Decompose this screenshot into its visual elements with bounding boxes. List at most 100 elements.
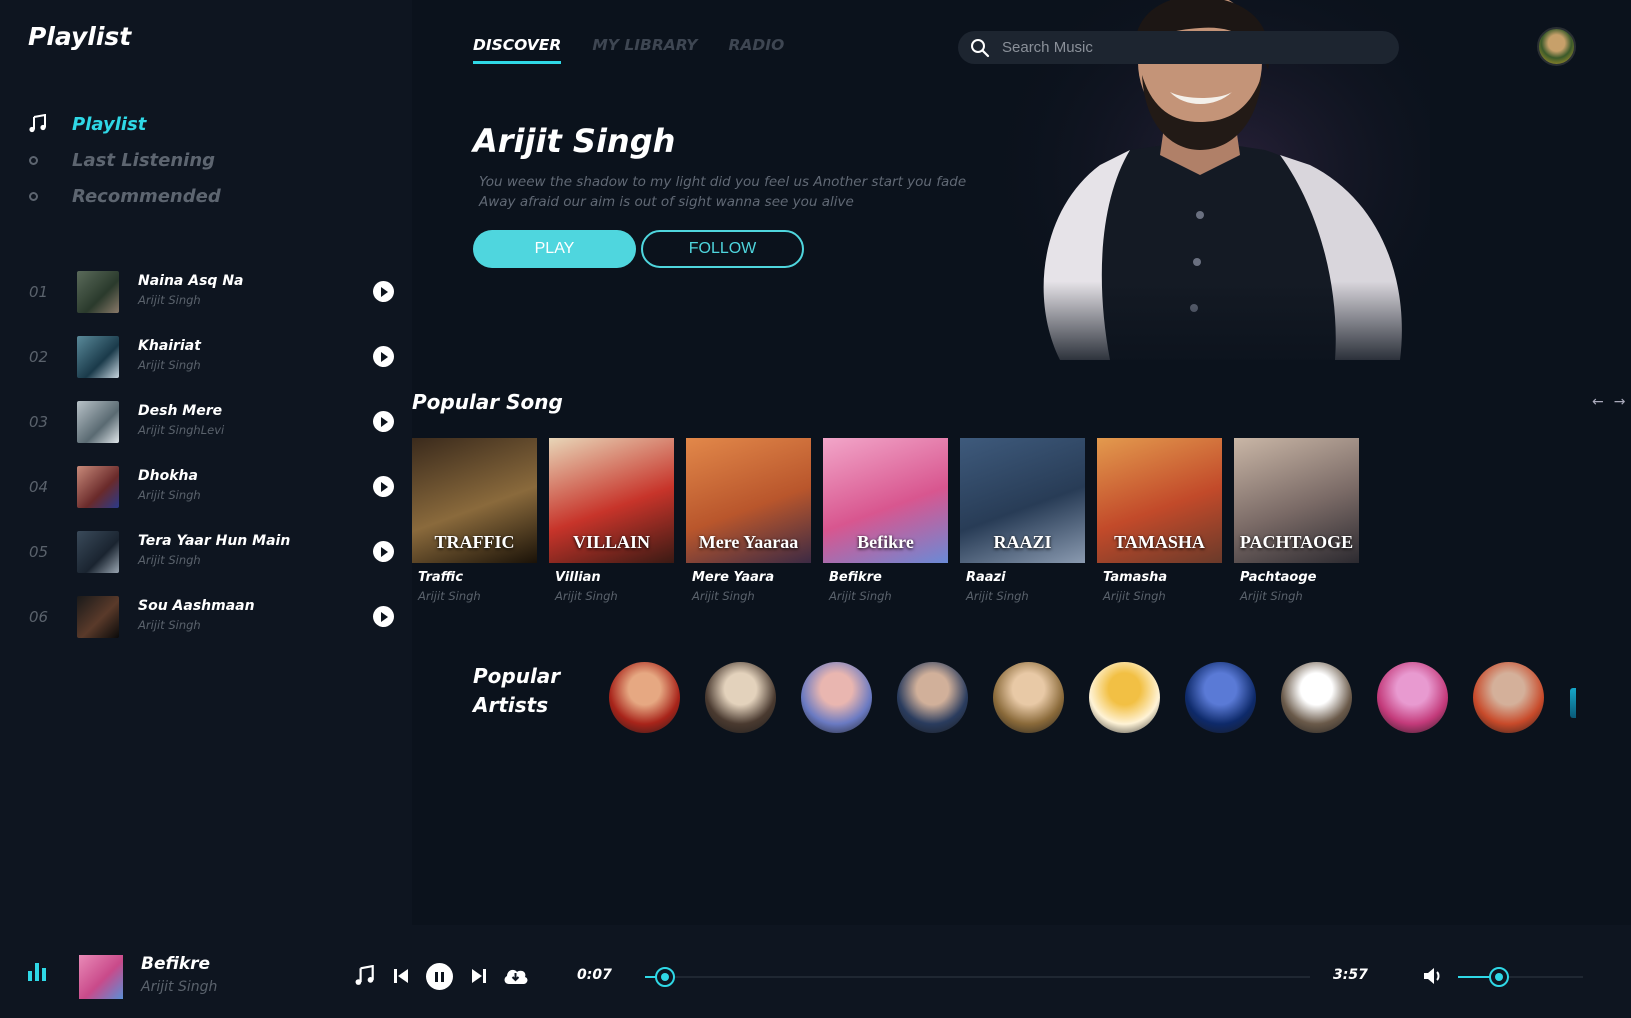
- arrow-right-icon[interactable]: →: [1614, 394, 1626, 410]
- featured-artist-description: You weew the shadow to my light did you …: [479, 174, 967, 210]
- nav-item-last-listening[interactable]: Last Listening: [28, 142, 221, 178]
- song-artist: Arijit Singh: [1103, 589, 1166, 603]
- nav-label: Playlist: [72, 113, 147, 135]
- song-title: Befikre: [829, 570, 882, 585]
- carousel-arrows: ← →: [1592, 394, 1625, 410]
- track-row[interactable]: 03 Desh Mere Arijit SinghLevi: [0, 389, 412, 454]
- track-title: Sou Aashmaan: [138, 598, 255, 614]
- track-artist: Arijit Singh: [138, 358, 201, 372]
- volume-icon[interactable]: [1422, 966, 1444, 990]
- download-icon[interactable]: [502, 966, 529, 990]
- song-card[interactable]: TRAFFIC Traffic Arijit Singh: [412, 438, 537, 603]
- music-note-icon: [28, 114, 72, 134]
- tab-my-library[interactable]: MY LIBRARY: [592, 36, 697, 64]
- user-avatar[interactable]: [1537, 27, 1576, 66]
- play-button[interactable]: PLAY: [473, 230, 636, 268]
- popular-artists-heading-line1: Popular: [473, 664, 561, 688]
- tab-discover[interactable]: DISCOVER: [473, 36, 562, 64]
- song-artist: Arijit Singh: [418, 589, 481, 603]
- track-title: Tera Yaar Hun Main: [138, 533, 291, 549]
- song-cover-title: PACHTAOGE: [1239, 532, 1354, 552]
- artist-avatar[interactable]: [705, 662, 776, 733]
- song-cover: RAAZI: [960, 438, 1085, 563]
- artist-avatar[interactable]: [993, 662, 1064, 733]
- arrow-left-icon[interactable]: ←: [1592, 394, 1604, 410]
- volume-slider[interactable]: [1458, 967, 1583, 987]
- play-icon[interactable]: [373, 606, 394, 627]
- song-card[interactable]: Mere Yaaraa Mere Yaara Arijit Singh: [686, 438, 811, 603]
- follow-button[interactable]: FOLLOW: [641, 230, 804, 268]
- song-cover-title: VILLAIN: [572, 532, 651, 552]
- play-icon[interactable]: [373, 476, 394, 497]
- song-card[interactable]: TAMASHA Tamasha Arijit Singh: [1097, 438, 1222, 603]
- track-title: Dhokha: [138, 468, 198, 484]
- track-title: Khairiat: [138, 338, 201, 354]
- track-row[interactable]: 01 Naina Asq Na Arijit Singh: [0, 259, 412, 324]
- now-playing-artist: Arijit Singh: [141, 979, 218, 995]
- app-logo: Playlist: [28, 22, 132, 51]
- now-playing-cover: [79, 955, 123, 999]
- track-title: Naina Asq Na: [138, 273, 244, 289]
- progress-bar[interactable]: [645, 967, 1310, 987]
- play-icon[interactable]: [373, 411, 394, 432]
- pause-button[interactable]: [426, 963, 453, 990]
- featured-artist-name: Arijit Singh: [473, 122, 676, 160]
- next-track-icon[interactable]: [470, 967, 488, 989]
- song-card[interactable]: VILLAIN Villian Arijit Singh: [549, 438, 674, 603]
- track-row[interactable]: 06 Sou Aashmaan Arijit Singh: [0, 584, 412, 649]
- artist-avatar[interactable]: [1473, 662, 1544, 733]
- now-playing-title: Befikre: [141, 954, 211, 974]
- artist-avatar-partial[interactable]: [1570, 688, 1576, 718]
- nav-item-recommended[interactable]: Recommended: [28, 178, 221, 214]
- current-time: 0:07: [577, 967, 612, 983]
- song-cover: TRAFFIC: [412, 438, 537, 563]
- track-row[interactable]: 02 Khairiat Arijit Singh: [0, 324, 412, 389]
- popular-artists-heading: Popular Artists: [473, 662, 560, 720]
- artist-avatar[interactable]: [1281, 662, 1352, 733]
- song-cover-title: Mere Yaaraa: [698, 532, 799, 552]
- bullet-icon: [28, 155, 72, 165]
- playlist-music-icon[interactable]: [354, 964, 376, 991]
- song-card[interactable]: RAAZI Raazi Arijit Singh: [960, 438, 1085, 603]
- song-card[interactable]: Befikre Befikre Arijit Singh: [823, 438, 948, 603]
- song-cover: PACHTAOGE: [1234, 438, 1359, 563]
- song-card[interactable]: PACHTAOGE Pachtaoge Arijit Singh: [1234, 438, 1359, 603]
- track-list: 01 Naina Asq Na Arijit Singh 02 Khairiat…: [0, 259, 412, 649]
- track-row[interactable]: 05 Tera Yaar Hun Main Arijit Singh: [0, 519, 412, 584]
- song-cover: Mere Yaaraa: [686, 438, 811, 563]
- track-row[interactable]: 04 Dhokha Arijit Singh: [0, 454, 412, 519]
- track-thumbnail: [77, 400, 119, 443]
- artist-avatar[interactable]: [897, 662, 968, 733]
- volume-knob[interactable]: [1489, 967, 1510, 987]
- song-artist: Arijit Singh: [1240, 589, 1303, 603]
- play-icon[interactable]: [373, 281, 394, 302]
- artist-avatar[interactable]: [1089, 662, 1160, 733]
- previous-track-icon[interactable]: [392, 967, 410, 989]
- song-title: Mere Yaara: [692, 570, 775, 585]
- popular-artists-heading-line2: Artists: [473, 693, 549, 717]
- sidebar-nav: Playlist Last Listening Recommended: [28, 106, 221, 214]
- song-cover-title: Befikre: [857, 532, 914, 552]
- song-title: Villian: [555, 570, 601, 585]
- play-icon[interactable]: [373, 541, 394, 562]
- song-title: Tamasha: [1103, 570, 1168, 585]
- artist-avatar[interactable]: [1185, 662, 1256, 733]
- nav-item-playlist[interactable]: Playlist: [28, 106, 221, 142]
- song-title: Traffic: [418, 570, 464, 585]
- song-artist: Arijit Singh: [692, 589, 755, 603]
- tab-radio[interactable]: RADIO: [729, 36, 785, 64]
- artist-avatar[interactable]: [609, 662, 680, 733]
- artist-avatar[interactable]: [1377, 662, 1448, 733]
- track-number: 06: [29, 607, 49, 626]
- equalizer-icon: [28, 963, 46, 981]
- song-cover-title: RAAZI: [993, 532, 1052, 552]
- progress-knob[interactable]: [654, 967, 675, 987]
- track-thumbnail: [77, 270, 119, 313]
- main-tabs: DISCOVER MY LIBRARY RADIO: [473, 36, 784, 64]
- track-number: 02: [29, 347, 49, 366]
- play-icon[interactable]: [373, 346, 394, 367]
- search-input[interactable]: [1002, 39, 1382, 56]
- song-cover: VILLAIN: [549, 438, 674, 563]
- artist-avatar[interactable]: [801, 662, 872, 733]
- sidebar: Playlist Playlist Last Listening Recomme…: [0, 0, 412, 925]
